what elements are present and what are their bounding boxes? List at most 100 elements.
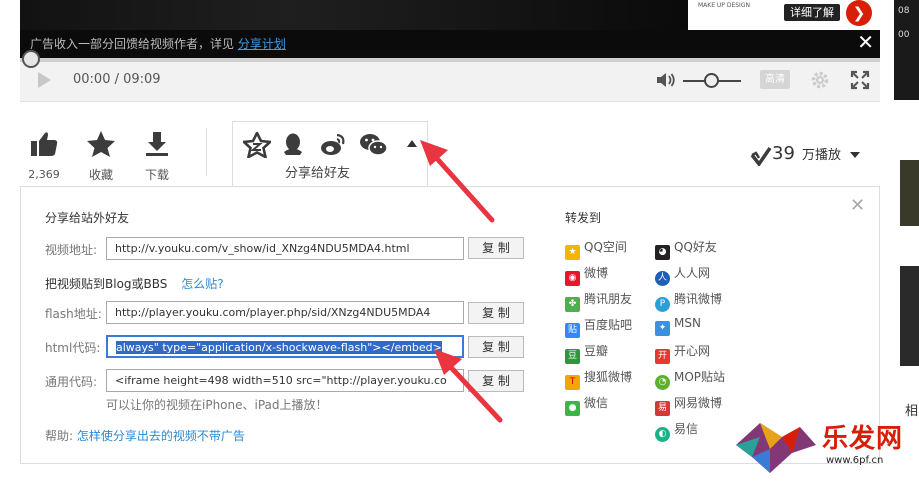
- qzone-icon: ★: [565, 245, 580, 260]
- forward-qq-friend[interactable]: ◕ QQ好友: [655, 238, 717, 260]
- forward-wechat[interactable]: ● 微信: [565, 394, 608, 416]
- copy-flash-url-button[interactable]: 复 制: [468, 302, 524, 324]
- fullscreen-icon[interactable]: [850, 70, 870, 90]
- forward-netease-weibo[interactable]: 易网易微博: [655, 394, 722, 416]
- qq-icon[interactable]: [281, 132, 305, 158]
- video-url-field[interactable]: http://v.youku.com/v_show/id_XNzg4NDU5MD…: [106, 237, 464, 260]
- blog-section-title: 把视频贴到Blog或BBS 怎么贴?: [45, 275, 224, 292]
- msn-icon: ✦: [655, 321, 670, 336]
- ad-details-button[interactable]: 详细了解: [784, 4, 840, 21]
- html-code-field[interactable]: always" type="application/x-shockwave-fl…: [106, 335, 464, 358]
- progress-bar[interactable]: [20, 50, 880, 68]
- forward-msn[interactable]: ✦ MSN: [655, 316, 701, 336]
- forward-label: 网易微博: [674, 396, 723, 410]
- blog-title-text: 把视频贴到Blog或BBS: [45, 277, 168, 291]
- renren-icon: 人: [655, 271, 670, 286]
- help-label: 帮助:: [45, 429, 74, 443]
- thumbs-up-icon: [31, 132, 58, 156]
- forward-label: QQ好友: [674, 240, 717, 254]
- forward-douban[interactable]: 豆豆瓣: [565, 342, 608, 364]
- kaixin-icon: 开: [655, 349, 670, 364]
- mop-icon: ◔: [655, 375, 670, 390]
- ad-notice-text: 广告收入一部分回馈给视频作者，详见: [30, 37, 235, 51]
- forward-title: 转发到: [565, 211, 602, 225]
- related-duration-top: 08: [898, 6, 910, 16]
- play-count[interactable]: 39 万播放: [750, 143, 861, 166]
- yixin-icon: ◐: [655, 427, 670, 442]
- volume-handle[interactable]: [704, 73, 719, 88]
- related-thumbnail[interactable]: [900, 160, 919, 226]
- qzone-icon[interactable]: [243, 132, 271, 158]
- copy-video-url-button[interactable]: 复 制: [468, 237, 524, 259]
- weibo-icon[interactable]: [319, 132, 347, 158]
- ad-banner-text: MAKE UP DESIGN: [698, 2, 750, 9]
- mobile-hint: 可以让你的视频在iPhone、iPad上播放！: [106, 398, 328, 412]
- wechat-icon[interactable]: [359, 132, 389, 158]
- forward-yixin[interactable]: ◐ 易信: [655, 420, 698, 442]
- play-icon[interactable]: [38, 72, 51, 88]
- ad-close-icon[interactable]: ✕: [857, 31, 874, 53]
- weibo-icon: ◉: [565, 271, 580, 286]
- forward-label: 微信: [584, 396, 609, 410]
- video-player[interactable]: MAKE UP DESIGN 详细了解 ❯ 广告收入一部分回馈给视频作者，详见 …: [20, 0, 880, 58]
- forward-tencent-pengyou[interactable]: ✤ 腾讯朋友: [565, 290, 632, 312]
- flash-url-field[interactable]: http://player.youku.com/player.php/sid/X…: [106, 301, 464, 324]
- quality-button[interactable]: 高清: [760, 70, 790, 89]
- forward-label: 腾讯朋友: [584, 292, 633, 306]
- progress-handle[interactable]: [22, 50, 40, 68]
- download-button[interactable]: 下载: [143, 130, 171, 183]
- gear-icon[interactable]: [810, 70, 830, 90]
- netease-icon: 易: [655, 401, 670, 416]
- favorite-button[interactable]: 收藏: [86, 130, 116, 183]
- forward-tencent-weibo[interactable]: P 腾讯微博: [655, 290, 722, 312]
- video-url-value: http://v.youku.com/v_show/id_XNzg4NDU5MD…: [115, 242, 410, 255]
- forward-label: 微博: [584, 266, 609, 280]
- forward-label: QQ空间: [584, 240, 627, 254]
- forward-baidu-tieba[interactable]: 贴百度贴吧: [565, 316, 632, 338]
- help-row: 帮助: 怎样使分享出去的视频不带广告: [45, 427, 245, 444]
- video-frame: [20, 0, 690, 30]
- tieba-icon: 贴: [565, 323, 580, 338]
- share-plan-link[interactable]: 分享计划: [238, 37, 286, 51]
- forward-weibo[interactable]: ◉ 微博: [565, 264, 608, 286]
- forward-mop[interactable]: ◔ MOP贴站: [655, 368, 725, 390]
- share-tab[interactable]: 分享给好友: [232, 121, 428, 188]
- watermark-text: 乐发网: [822, 424, 904, 454]
- forward-label: 腾讯微博: [674, 292, 723, 306]
- wechat-icon: ●: [565, 401, 580, 416]
- forward-sohu-weibo[interactable]: T 搜狐微博: [565, 368, 632, 390]
- related-thumbnail[interactable]: [900, 266, 919, 366]
- forward-kaixin[interactable]: 开开心网: [655, 342, 710, 364]
- no-ad-help-link[interactable]: 怎样使分享出去的视频不带广告: [77, 429, 245, 443]
- forward-label: MOP贴站: [674, 370, 726, 384]
- action-divider: [206, 128, 207, 176]
- forward-label: 开心网: [674, 344, 711, 358]
- related-video-strip[interactable]: 08 00: [894, 0, 919, 100]
- forward-qzone[interactable]: ★ QQ空间: [565, 238, 627, 260]
- qq-icon: ◕: [655, 245, 670, 260]
- common-code-value: <iframe height=498 width=510 src="http:/…: [115, 374, 447, 387]
- common-code-label: 通用代码:: [45, 375, 98, 389]
- ad-go-icon[interactable]: ❯: [846, 0, 872, 26]
- like-button[interactable]: 2,369: [28, 130, 60, 181]
- chevron-down-icon[interactable]: [850, 151, 861, 158]
- forward-renren[interactable]: 人人人网: [655, 264, 710, 286]
- forward-label: 百度贴吧: [584, 318, 633, 332]
- how-to-link[interactable]: 怎么贴?: [181, 277, 223, 291]
- play-count-unit: 万播放: [802, 148, 842, 163]
- like-count: 2,369: [28, 168, 60, 181]
- common-code-field[interactable]: <iframe height=498 width=510 src="http:/…: [106, 369, 464, 392]
- flash-url-value: http://player.youku.com/player.php/sid/X…: [115, 306, 431, 319]
- time-display: 00:00 / 09:09: [73, 72, 161, 87]
- copy-html-code-button[interactable]: 复 制: [468, 336, 524, 358]
- close-icon[interactable]: ✕: [850, 197, 865, 215]
- forward-label: MSN: [674, 316, 701, 330]
- copy-common-code-button[interactable]: 复 制: [468, 370, 524, 392]
- html-code-value: always" type="application/x-shockwave-fl…: [116, 341, 442, 354]
- share-tab-label: 分享给好友: [285, 166, 351, 181]
- collapse-caret-icon[interactable]: [407, 140, 417, 147]
- ad-banner[interactable]: MAKE UP DESIGN 详细了解 ❯: [688, 0, 880, 30]
- volume-icon[interactable]: [656, 72, 676, 88]
- player-controls: 00:00 / 09:09 高清: [20, 50, 880, 102]
- forward-label: 人人网: [674, 266, 711, 280]
